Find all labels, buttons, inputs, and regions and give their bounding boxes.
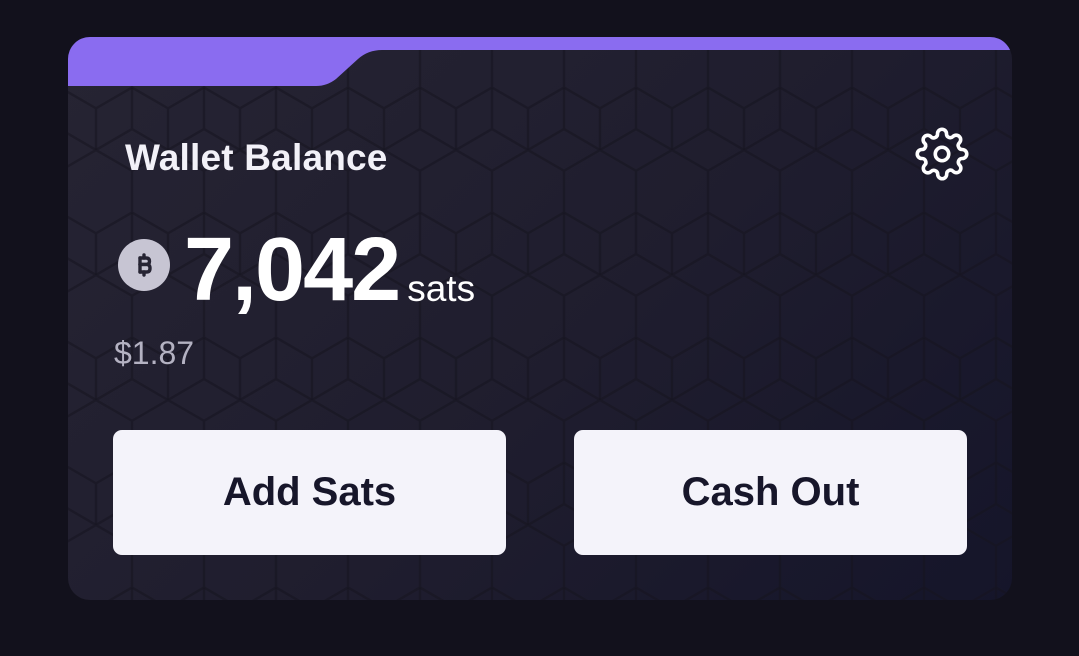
bitcoin-coin-icon [118, 239, 170, 291]
wallet-card: Wallet Balance 7,042 sats $1.87 Add Sats… [68, 37, 1012, 600]
wallet-title: Wallet Balance [125, 137, 388, 178]
accent-bar [68, 37, 1012, 86]
cash-out-button[interactable]: Cash Out [574, 430, 967, 555]
fiat-value: $1.87 [114, 335, 195, 371]
settings-button[interactable] [914, 126, 970, 182]
add-sats-button[interactable]: Add Sats [113, 430, 506, 555]
balance-amount: 7,042 [184, 220, 401, 320]
balance-row: 7,042 sats [118, 225, 475, 315]
gear-icon [915, 127, 969, 181]
balance-unit: sats [407, 268, 476, 309]
